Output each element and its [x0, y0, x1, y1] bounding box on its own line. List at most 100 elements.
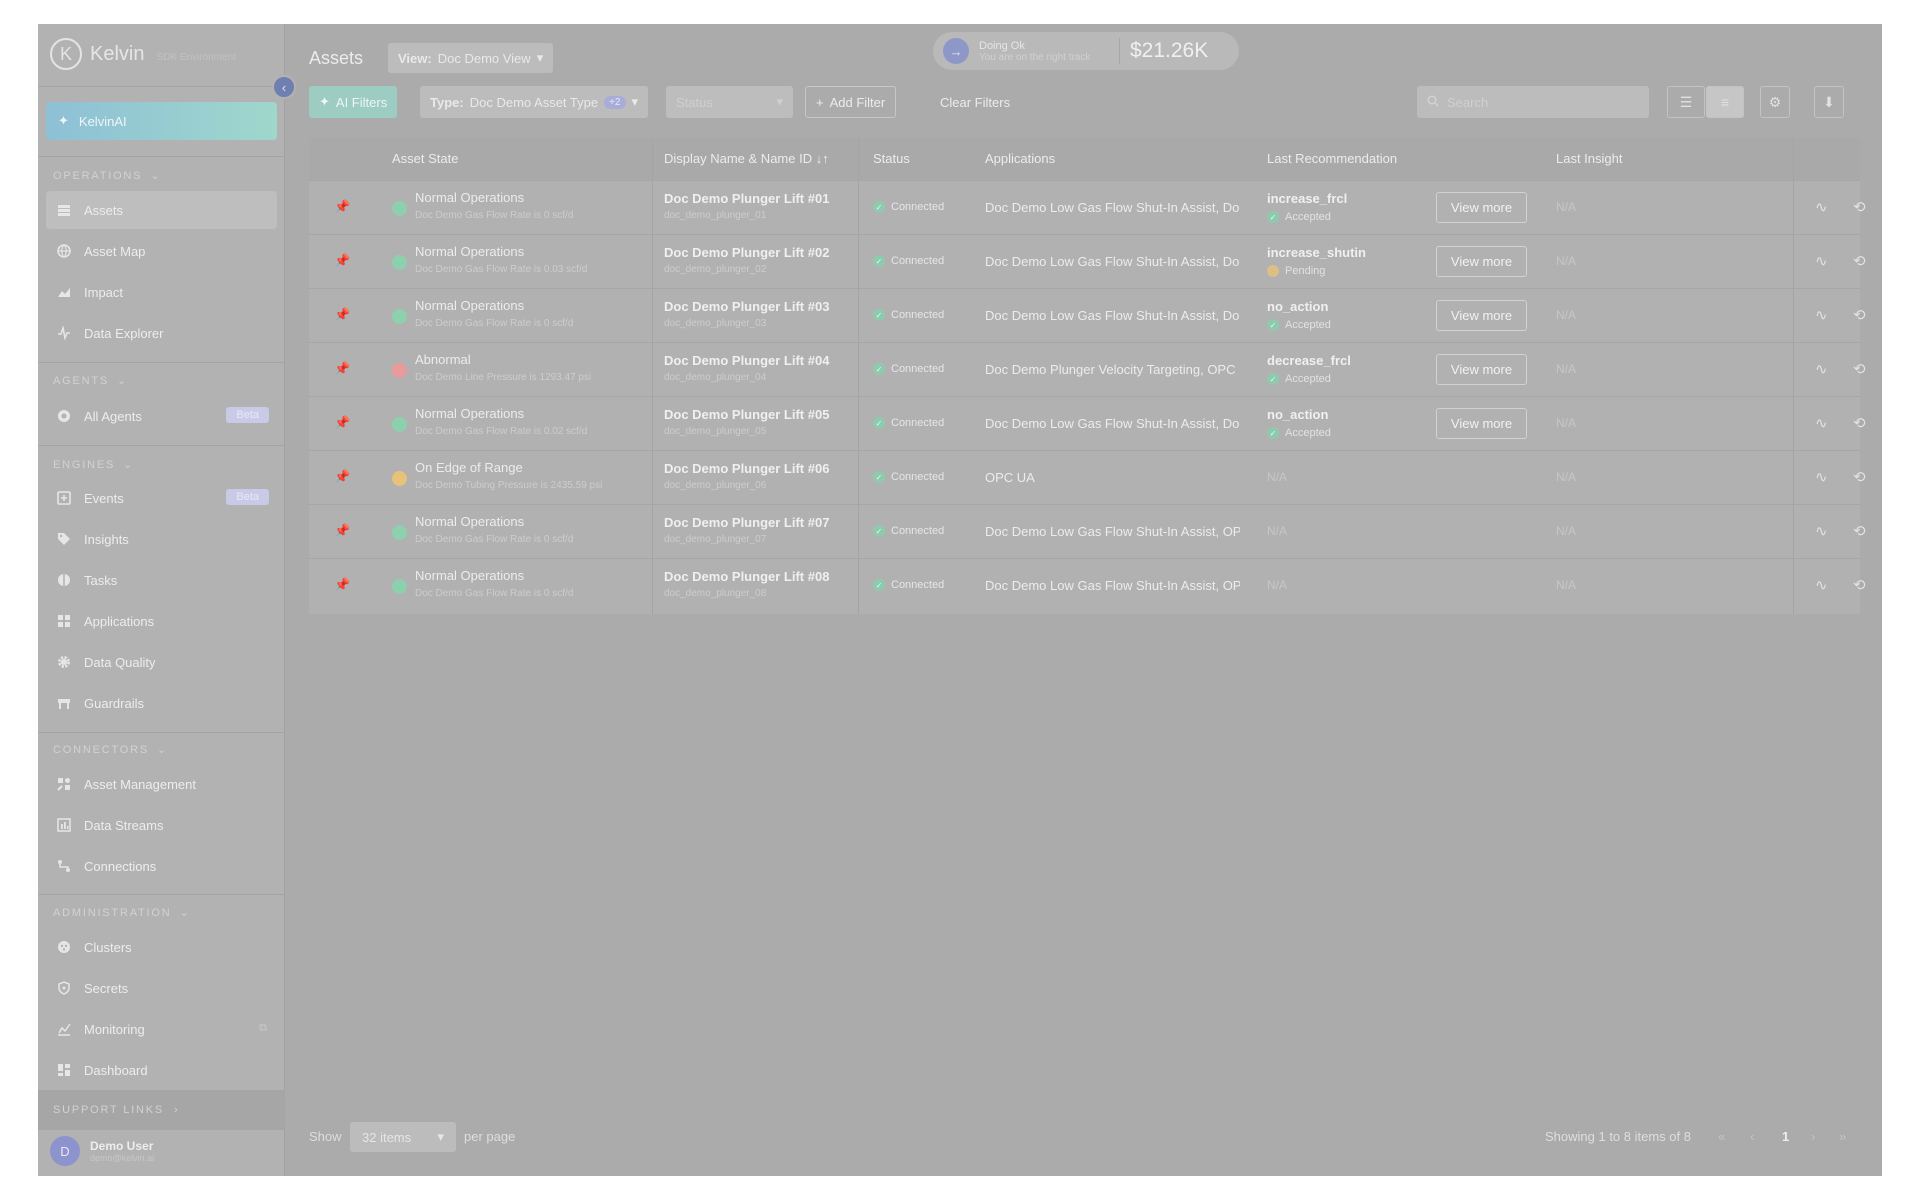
pin-icon[interactable]: 📌 [334, 577, 350, 593]
status-summary[interactable]: → Doing Ok You are on the right track $2… [933, 32, 1239, 70]
view-more-button[interactable]: View more [1436, 246, 1527, 277]
chevron-down-icon: ⌄ [123, 459, 135, 471]
brand-logo[interactable]: K Kelvin SDK Environment [50, 38, 236, 70]
pulse-icon[interactable]: ∿ [1815, 468, 1828, 486]
pulse-icon[interactable]: ∿ [1815, 252, 1828, 270]
view-more-button[interactable]: View more [1436, 300, 1527, 331]
sidebar-item-guardrails[interactable]: Guardrails [46, 684, 277, 722]
asset-name[interactable]: Doc Demo Plunger Lift #07 [664, 515, 829, 530]
pulse-icon[interactable]: ∿ [1815, 360, 1828, 378]
refresh-icon[interactable]: ⟲ [1853, 252, 1866, 270]
next-page-icon[interactable]: › [1811, 1129, 1815, 1144]
current-page[interactable]: 1 [1782, 1129, 1789, 1144]
first-page-icon[interactable]: « [1718, 1129, 1725, 1144]
table-row[interactable]: 📌 Normal Operations Doc Demo Gas Flow Ra… [309, 288, 1866, 342]
sidebar-item-insights[interactable]: Insights [46, 520, 277, 558]
asset-name[interactable]: Doc Demo Plunger Lift #04 [664, 353, 829, 368]
pin-icon[interactable]: 📌 [334, 415, 350, 431]
sidebar-item-asset-map[interactable]: Asset Map [46, 232, 277, 270]
header-status[interactable]: Status [873, 151, 910, 166]
refresh-icon[interactable]: ⟲ [1853, 576, 1866, 594]
add-filter-button[interactable]: + Add Filter [805, 86, 897, 118]
status-filter[interactable]: Status ▾ [666, 86, 793, 118]
section-connectors-header[interactable]: CONNECTORS ⌄ [53, 743, 168, 757]
sidebar-item-applications[interactable]: Applications [46, 602, 277, 640]
asset-name[interactable]: Doc Demo Plunger Lift #06 [664, 461, 829, 476]
clear-filters-button[interactable]: Clear Filters [930, 86, 1020, 118]
refresh-icon[interactable]: ⟲ [1853, 306, 1866, 324]
pulse-icon[interactable]: ∿ [1815, 414, 1828, 432]
section-operations-header[interactable]: OPERATIONS ⌄ [53, 169, 161, 183]
asset-name[interactable]: Doc Demo Plunger Lift #05 [664, 407, 829, 422]
sidebar-item-impact[interactable]: Impact [46, 273, 277, 311]
sidebar-item-data-quality[interactable]: Data Quality [46, 643, 277, 681]
sidebar-collapse-button[interactable]: ‹ [272, 75, 296, 99]
pin-icon[interactable]: 📌 [334, 361, 350, 377]
asset-name[interactable]: Doc Demo Plunger Lift #03 [664, 299, 829, 314]
prev-page-icon[interactable]: ‹ [1750, 1129, 1754, 1144]
view-more-button[interactable]: View more [1436, 354, 1527, 385]
pin-icon[interactable]: 📌 [334, 253, 350, 269]
shield-icon [56, 980, 72, 996]
sidebar-item-asset-management[interactable]: Asset Management [46, 765, 277, 803]
header-asset-state[interactable]: Asset State [392, 151, 458, 166]
view-more-button[interactable]: View more [1436, 192, 1527, 223]
sidebar-item-secrets[interactable]: Secrets [46, 969, 277, 1007]
refresh-icon[interactable]: ⟲ [1853, 522, 1866, 540]
refresh-icon[interactable]: ⟲ [1853, 414, 1866, 432]
table-row[interactable]: 📌 Abnormal Doc Demo Line Pressure is 129… [309, 342, 1866, 396]
table-row[interactable]: 📌 Normal Operations Doc Demo Gas Flow Ra… [309, 180, 1866, 234]
header-last-insight[interactable]: Last Insight [1556, 151, 1623, 166]
user-profile[interactable]: D Demo User demo@kelvin.ai [50, 1136, 154, 1166]
table-row[interactable]: 📌 Normal Operations Doc Demo Gas Flow Ra… [309, 396, 1866, 450]
compact-view-button[interactable]: ☰ [1667, 86, 1705, 118]
pin-icon[interactable]: 📌 [334, 199, 350, 215]
section-agents-header[interactable]: AGENTS ⌄ [53, 374, 128, 388]
type-filter[interactable]: Type: Doc Demo Asset Type +2 ▾ [420, 86, 649, 118]
sidebar-item-data-streams[interactable]: Data Streams [46, 806, 277, 844]
header-last-recommendation[interactable]: Last Recommendation [1267, 151, 1397, 166]
sidebar-item-all-agents[interactable]: All Agents Beta [46, 397, 277, 435]
header-applications[interactable]: Applications [985, 151, 1055, 166]
pin-icon[interactable]: 📌 [334, 307, 350, 323]
ai-filters-button[interactable]: ✦ AI Filters [309, 86, 398, 118]
table-row[interactable]: 📌 Normal Operations Doc Demo Gas Flow Ra… [309, 234, 1866, 288]
sidebar-item-clusters[interactable]: Clusters [46, 928, 277, 966]
download-button[interactable]: ⬇ [1814, 86, 1844, 118]
sidebar-item-dashboard[interactable]: Dashboard [46, 1051, 277, 1089]
pin-icon[interactable]: 📌 [334, 469, 350, 485]
table-row[interactable]: 📌 On Edge of Range Doc Demo Tubing Press… [309, 450, 1866, 504]
view-selector[interactable]: View: Doc Demo View ▾ [388, 43, 554, 73]
pin-icon[interactable]: 📌 [334, 523, 350, 539]
section-administration-header[interactable]: ADMINISTRATION ⌄ [53, 906, 191, 920]
refresh-icon[interactable]: ⟲ [1853, 360, 1866, 378]
table-row[interactable]: 📌 Normal Operations Doc Demo Gas Flow Ra… [309, 558, 1866, 612]
asset-name[interactable]: Doc Demo Plunger Lift #08 [664, 569, 829, 584]
pulse-icon[interactable]: ∿ [1815, 576, 1828, 594]
header-display-name[interactable]: Display Name & Name ID ↓↑ [664, 151, 829, 166]
sidebar-item-events[interactable]: Events Beta [46, 479, 277, 517]
asset-name[interactable]: Doc Demo Plunger Lift #02 [664, 245, 829, 260]
support-links-toggle[interactable]: SUPPORT LINKS › [38, 1090, 285, 1130]
sidebar-item-tasks[interactable]: Tasks [46, 561, 277, 599]
section-engines-header[interactable]: ENGINES ⌄ [53, 458, 135, 472]
search-input[interactable]: Search [1417, 86, 1649, 118]
sidebar-item-data-explorer[interactable]: Data Explorer [46, 314, 277, 352]
settings-button[interactable]: ⚙ [1760, 86, 1790, 118]
pulse-icon[interactable]: ∿ [1815, 306, 1828, 324]
asset-name[interactable]: Doc Demo Plunger Lift #01 [664, 191, 829, 206]
view-prefix: View: [398, 50, 432, 66]
sidebar-item-connections[interactable]: Connections [46, 847, 277, 885]
sidebar-item-assets[interactable]: Assets [46, 191, 277, 229]
table-row[interactable]: 📌 Normal Operations Doc Demo Gas Flow Ra… [309, 504, 1866, 558]
refresh-icon[interactable]: ⟲ [1853, 198, 1866, 216]
per-page-select[interactable]: 32 items ▾ [350, 1122, 456, 1152]
view-more-button[interactable]: View more [1436, 408, 1527, 439]
kelvin-ai-button[interactable]: ✦ KelvinAI [46, 102, 277, 140]
refresh-icon[interactable]: ⟲ [1853, 468, 1866, 486]
sidebar-item-monitoring[interactable]: Monitoring ⧉ [46, 1010, 277, 1048]
pulse-icon[interactable]: ∿ [1815, 522, 1828, 540]
list-view-button[interactable]: ≡ [1706, 86, 1744, 118]
pulse-icon[interactable]: ∿ [1815, 198, 1828, 216]
last-page-icon[interactable]: » [1839, 1129, 1846, 1144]
